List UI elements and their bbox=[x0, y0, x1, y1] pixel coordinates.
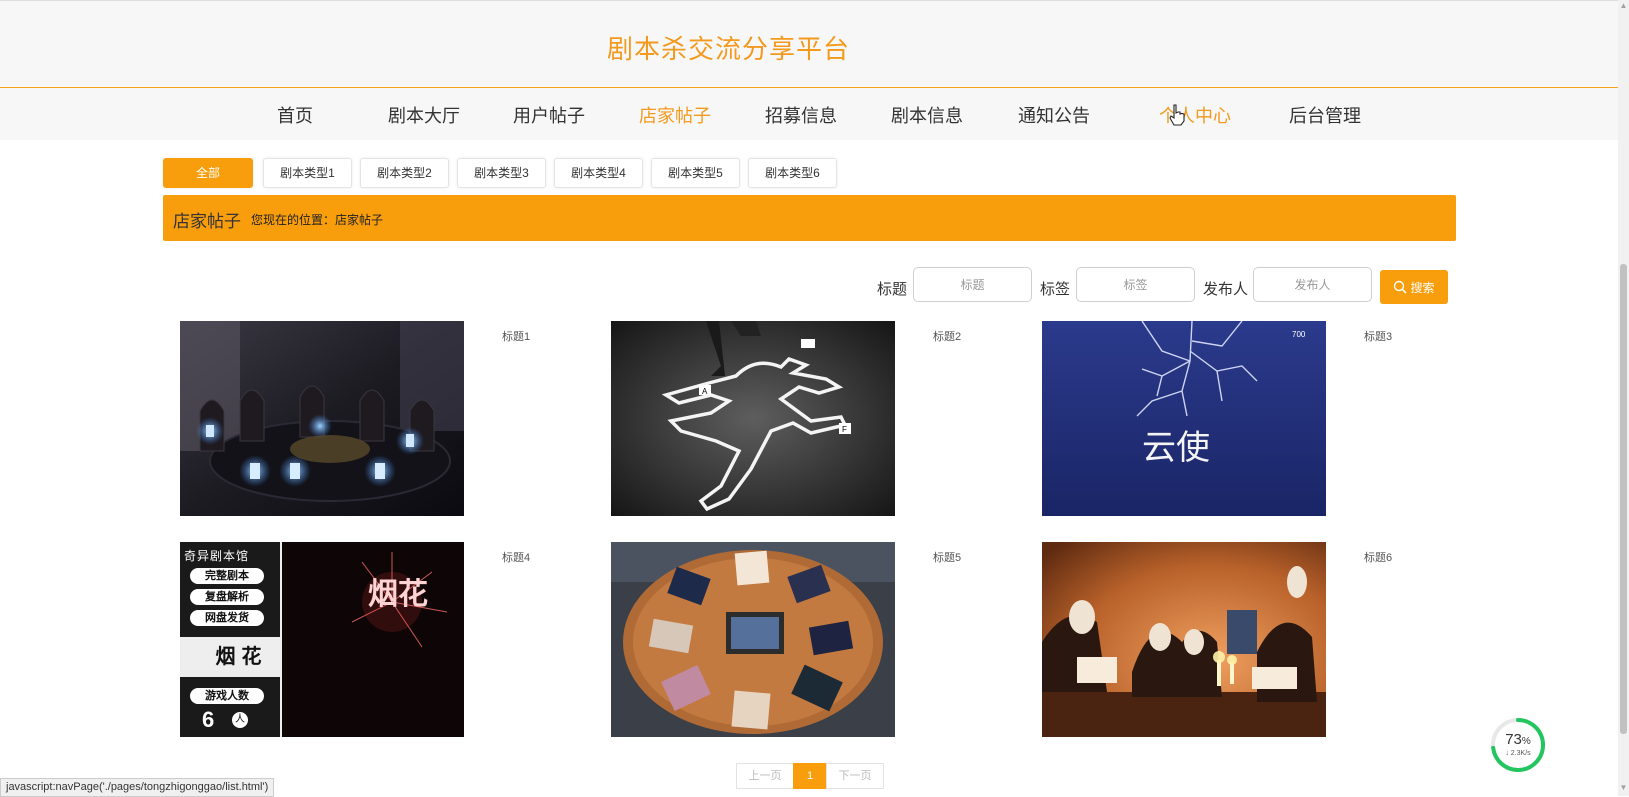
poster4-tag-1: 完整剧本 bbox=[190, 568, 264, 584]
breadcrumb: 您现在的位置：店家帖子 bbox=[251, 213, 384, 227]
post-title-2[interactable]: 标题2 bbox=[933, 328, 961, 344]
post-image-5[interactable] bbox=[611, 542, 895, 737]
site-title: 剧本杀交流分享平台 bbox=[607, 34, 851, 64]
poster4-left-panel: 奇异剧本馆 完整剧本 复盘解析 网盘发货 烟花 游戏人数 6 人 bbox=[180, 542, 303, 737]
next-page-button[interactable]: 下一页 bbox=[826, 763, 884, 789]
search-button-label: 搜索 bbox=[1410, 280, 1435, 295]
network-speed-widget[interactable]: 73% ↓ 2.3K/s bbox=[1490, 717, 1546, 773]
tag-search-input[interactable] bbox=[1076, 267, 1195, 302]
category-type5-button[interactable]: 剧本类型5 bbox=[651, 158, 740, 188]
speed-percent: 73% bbox=[1505, 731, 1531, 748]
post-title-4[interactable]: 标题4 bbox=[502, 549, 530, 565]
scroll-up-arrow-icon[interactable]: ▲ bbox=[1619, 2, 1628, 10]
post-title-6[interactable]: 标题6 bbox=[1364, 549, 1392, 565]
post-image-3-art: 云使 700 bbox=[1042, 321, 1326, 516]
nav-item-admin[interactable]: 后台管理 bbox=[1289, 102, 1361, 128]
poster4-fireworks-art: 烟花 bbox=[282, 542, 464, 737]
post-image-4[interactable]: 奇异剧本馆 完整剧本 复盘解析 网盘发货 烟花 游戏人数 6 人 烟花 bbox=[180, 542, 464, 737]
nav-item-script-info[interactable]: 剧本信息 bbox=[891, 102, 963, 128]
speed-rate: ↓ 2.3K/s bbox=[1505, 750, 1531, 757]
category-type1-button[interactable]: 剧本类型1 bbox=[263, 158, 352, 188]
post-image-2[interactable]: A F bbox=[611, 321, 895, 516]
category-type2-button[interactable]: 剧本类型2 bbox=[360, 158, 449, 188]
title-search-label: 标题 bbox=[877, 281, 908, 298]
search-icon bbox=[1394, 280, 1408, 294]
nav-item-announcements[interactable]: 通知公告 bbox=[1018, 102, 1090, 128]
nav-item-shop-posts[interactable]: 店家帖子 bbox=[639, 102, 711, 128]
tag-search-label: 标签 bbox=[1040, 281, 1071, 298]
post-image-5-art bbox=[611, 542, 895, 737]
nav-item-home[interactable]: 首页 bbox=[277, 102, 313, 128]
category-type6-button[interactable]: 剧本类型6 bbox=[748, 158, 837, 188]
author-search-input[interactable] bbox=[1253, 267, 1372, 302]
post-image-3[interactable]: 云使 700 bbox=[1042, 321, 1326, 516]
poster4-tag-3: 网盘发货 bbox=[190, 610, 264, 626]
category-all-button[interactable]: 全部 bbox=[163, 158, 253, 188]
author-search-label: 发布人 bbox=[1203, 281, 1249, 298]
poster4-shop-name: 奇异剧本馆 bbox=[184, 549, 250, 563]
poster3-art-text: 云使 bbox=[1142, 428, 1210, 468]
svg-text:700: 700 bbox=[1292, 330, 1306, 339]
post-image-2-art: A F bbox=[611, 321, 895, 516]
scroll-thumb[interactable] bbox=[1620, 264, 1627, 734]
poster4-tag-2: 复盘解析 bbox=[190, 589, 264, 605]
page-scrollbar[interactable]: ▲ ▼ bbox=[1618, 0, 1629, 796]
poster4-players-label: 游戏人数 bbox=[190, 688, 264, 704]
category-type3-button[interactable]: 剧本类型3 bbox=[457, 158, 546, 188]
post-image-1-art bbox=[180, 321, 464, 516]
post-title-1[interactable]: 标题1 bbox=[502, 328, 530, 344]
page-1-button[interactable]: 1 bbox=[793, 763, 827, 789]
post-image-6-art bbox=[1042, 542, 1326, 737]
svg-text:F: F bbox=[842, 425, 847, 434]
poster4-players-unit: 人 bbox=[232, 712, 248, 728]
nav-item-script-hall[interactable]: 剧本大厅 bbox=[388, 102, 460, 128]
post-image-1[interactable] bbox=[180, 321, 464, 516]
hand-cursor-icon bbox=[1169, 104, 1185, 126]
site-header: 剧本杀交流分享平台 bbox=[0, 0, 1618, 89]
title-search-input[interactable] bbox=[913, 267, 1032, 302]
browser-status-bar: javascript:navPage('./pages/tongzhigongg… bbox=[0, 778, 275, 797]
main-nav: 首页 剧本大厅 用户帖子 店家帖子 招募信息 剧本信息 通知公告 个人中心 后台… bbox=[0, 88, 1618, 140]
post-title-5[interactable]: 标题5 bbox=[933, 549, 961, 565]
category-type4-button[interactable]: 剧本类型4 bbox=[554, 158, 643, 188]
poster4-players-count: 6 bbox=[202, 707, 215, 732]
prev-page-button[interactable]: 上一页 bbox=[736, 763, 794, 789]
section-banner: 店家帖子 您现在的位置：店家帖子 bbox=[163, 195, 1456, 241]
nav-item-recruitment[interactable]: 招募信息 bbox=[765, 102, 837, 128]
nav-item-user-posts[interactable]: 用户帖子 bbox=[513, 102, 585, 128]
svg-text:A: A bbox=[702, 387, 708, 396]
scroll-down-arrow-icon[interactable]: ▼ bbox=[1619, 784, 1628, 792]
post-title-3[interactable]: 标题3 bbox=[1364, 328, 1392, 344]
post-image-6[interactable] bbox=[1042, 542, 1326, 737]
search-button[interactable]: 搜索 bbox=[1380, 270, 1448, 304]
section-title: 店家帖子 bbox=[173, 212, 241, 231]
poster4-art-text: 烟花 bbox=[368, 577, 428, 612]
